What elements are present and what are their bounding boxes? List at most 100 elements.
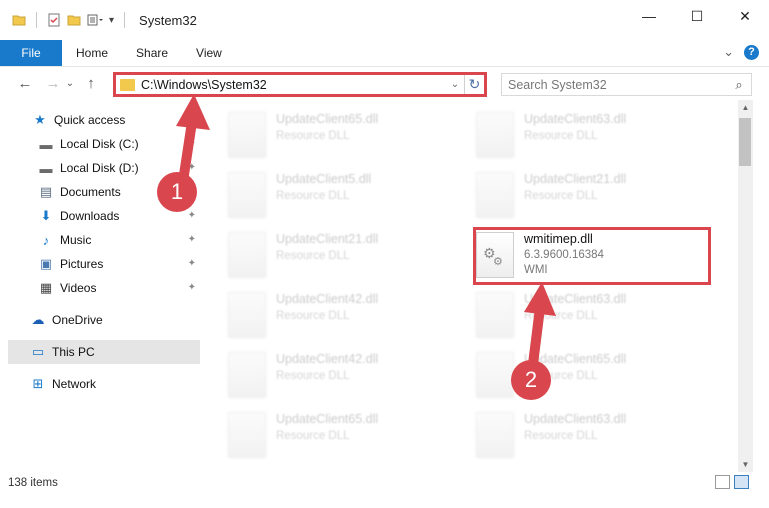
- file-item[interactable]: UpdateClient65.dll Resource DLL: [228, 408, 468, 462]
- pin-icon[interactable]: ✦: [188, 258, 196, 269]
- dll-file-icon: [476, 112, 514, 158]
- window-title: System32: [139, 12, 197, 28]
- file-info: UpdateClient63.dll Resource DLL: [524, 112, 626, 162]
- scroll-down-icon[interactable]: ▼: [738, 457, 753, 472]
- search-placeholder[interactable]: Search System32: [508, 78, 607, 92]
- file-type: Resource DLL: [276, 250, 350, 262]
- sidebar-item-videos[interactable]: ▦ Videos ✦: [0, 276, 200, 300]
- ribbon-right-controls: ⌄ ?: [723, 44, 759, 60]
- expand-ribbon-icon[interactable]: ⌄: [723, 44, 734, 60]
- file-item[interactable]: UpdateClient63.dll Resource DLL: [476, 288, 716, 342]
- tiles-view-icon[interactable]: [734, 475, 749, 489]
- file-name: UpdateClient21.dll: [276, 232, 379, 246]
- sidebar-item-label: OneDrive: [52, 313, 103, 327]
- dll-file-icon: [228, 172, 266, 218]
- sidebar-item-pictures[interactable]: ▣ Pictures ✦: [0, 252, 200, 276]
- file-list: UpdateClient65.dll Resource DLL UpdateClie…: [218, 104, 738, 472]
- sidebar-item-network[interactable]: ⊞ Network: [0, 372, 200, 396]
- window-controls: — ☐ ✕: [625, 0, 769, 32]
- file-name: UpdateClient65.dll: [276, 112, 379, 126]
- qa-dropdown-icon[interactable]: ▾: [109, 15, 114, 26]
- properties-icon[interactable]: [47, 13, 61, 27]
- title-bar: ▾ System32 — ☐ ✕: [0, 0, 769, 40]
- pin-icon[interactable]: ✦: [188, 234, 196, 245]
- step-2-badge: 2: [511, 360, 551, 400]
- help-icon[interactable]: ?: [744, 44, 759, 60]
- file-tab[interactable]: File: [0, 40, 62, 66]
- back-button[interactable]: ←: [14, 75, 36, 92]
- drive-icon: ▬: [39, 160, 53, 176]
- sidebar-item-label: Music: [60, 233, 92, 247]
- highlight-box: [473, 227, 711, 285]
- file-item[interactable]: UpdateClient42.dll Resource DLL: [228, 348, 468, 402]
- sidebar-item-label: Quick access: [54, 113, 126, 127]
- sidebar-item-label: Pictures: [60, 257, 104, 271]
- file-type: Resource DLL: [524, 130, 598, 142]
- ribbon: File Home Share View ⌄ ?: [0, 40, 769, 66]
- file-item[interactable]: UpdateClient65.dll Resource DLL: [228, 108, 468, 162]
- close-button[interactable]: ✕: [721, 0, 769, 32]
- address-path[interactable]: C:\Windows\System32: [141, 78, 446, 92]
- tab-home[interactable]: Home: [62, 40, 122, 66]
- download-icon: ⬇: [40, 208, 52, 223]
- tab-share[interactable]: Share: [122, 40, 182, 66]
- file-item[interactable]: UpdateClient63.dll Resource DLL: [476, 108, 716, 162]
- dll-file-icon: [228, 352, 266, 398]
- vertical-scrollbar[interactable]: ▲ ▼: [738, 100, 753, 472]
- dll-file-icon: [476, 172, 514, 218]
- forward-button[interactable]: →: [42, 75, 64, 92]
- pin-icon[interactable]: ✦: [188, 210, 196, 221]
- file-info: UpdateClient42.dll Resource DLL: [276, 292, 378, 342]
- search-icon[interactable]: ⌕: [727, 77, 751, 93]
- scroll-up-icon[interactable]: ▲: [738, 100, 753, 115]
- video-icon: ▦: [39, 280, 53, 295]
- file-name: UpdateClient5.dll: [276, 172, 372, 186]
- file-name: UpdateClient42.dll: [276, 352, 379, 366]
- file-item[interactable]: UpdateClient42.dll Resource DLL: [228, 288, 468, 342]
- status-bar: 138 items: [0, 472, 769, 494]
- item-count: 138 items: [8, 477, 58, 489]
- file-type: Resource DLL: [276, 430, 350, 442]
- dll-file-icon: [228, 412, 266, 458]
- file-item[interactable]: UpdateClient21.dll Resource DLL: [228, 228, 468, 282]
- cloud-icon: ☁: [31, 312, 45, 327]
- refresh-icon[interactable]: ↻: [464, 75, 484, 94]
- music-icon: ♪: [42, 232, 50, 248]
- recent-locations-icon[interactable]: ⌄: [64, 78, 76, 89]
- dll-file-icon: [476, 292, 514, 338]
- pin-icon[interactable]: ✦: [188, 282, 196, 293]
- drive-icon: ▬: [39, 136, 53, 152]
- address-dropdown-icon[interactable]: ⌄: [446, 79, 464, 90]
- file-item[interactable]: UpdateClient63.dll Resource DLL: [476, 408, 716, 462]
- file-type: Resource DLL: [524, 430, 598, 442]
- dll-file-icon: [476, 412, 514, 458]
- dll-file-icon: [228, 112, 266, 158]
- minimize-button[interactable]: —: [625, 0, 673, 32]
- file-item[interactable]: UpdateClient21.dll Resource DLL: [476, 168, 716, 222]
- tab-view[interactable]: View: [182, 40, 236, 66]
- sidebar-item-this-pc[interactable]: ▭ This PC: [8, 340, 200, 364]
- file-type: Resource DLL: [276, 310, 350, 322]
- customize-view-icon[interactable]: [87, 13, 103, 27]
- up-button[interactable]: ↑: [80, 75, 102, 92]
- sidebar-item-label: Network: [52, 377, 97, 391]
- file-name: UpdateClient21.dll: [524, 172, 627, 186]
- sidebar-item-onedrive[interactable]: ☁ OneDrive: [0, 308, 200, 332]
- sidebar-item-label: Local Disk (D:): [60, 161, 139, 175]
- file-info: UpdateClient42.dll Resource DLL: [276, 352, 378, 402]
- new-folder-icon[interactable]: [67, 13, 81, 27]
- sidebar-item-label: This PC: [52, 345, 95, 359]
- search-box[interactable]: Search System32 ⌕: [501, 73, 752, 96]
- file-item[interactable]: UpdateClient5.dll Resource DLL: [228, 168, 468, 222]
- computer-icon: ▭: [31, 344, 45, 359]
- network-icon: ⊞: [32, 376, 44, 391]
- dll-file-icon: [476, 352, 514, 398]
- maximize-button[interactable]: ☐: [673, 0, 721, 32]
- navigation-bar: ← → ⌄ ↑ C:\Windows\System32 ⌄ ↻ Search S…: [0, 66, 769, 100]
- dll-file-icon: [228, 292, 266, 338]
- file-info: UpdateClient21.dll Resource DLL: [524, 172, 626, 222]
- scroll-thumb[interactable]: [739, 118, 751, 166]
- details-view-icon[interactable]: [715, 475, 730, 489]
- sidebar-item-music[interactable]: ♪ Music ✦: [0, 228, 200, 252]
- file-name: UpdateClient63.dll: [524, 112, 627, 126]
